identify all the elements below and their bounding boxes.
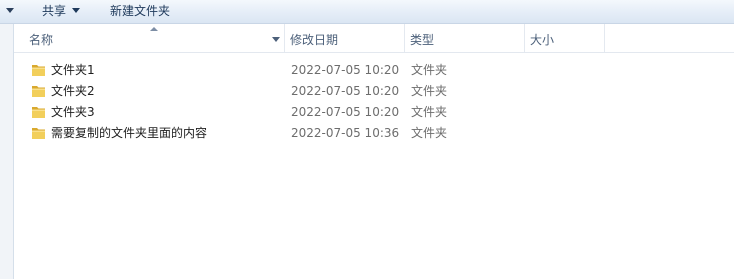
new-folder-button[interactable]: 新建文件夹 xyxy=(110,0,170,23)
column-header-name[interactable]: 名称 xyxy=(14,24,285,52)
navigation-pane-edge xyxy=(0,24,14,279)
column-header-bar: 名称 修改日期 类型 大小 xyxy=(14,24,734,53)
column-header-name-label: 名称 xyxy=(29,33,54,47)
file-row[interactable]: 文件夹3 2022-07-05 10:20 文件夹 xyxy=(14,102,734,123)
column-header-size[interactable]: 大小 xyxy=(525,24,605,52)
file-type: 文件夹 xyxy=(411,84,448,98)
file-type: 文件夹 xyxy=(411,105,448,119)
organize-dropdown-arrow-icon[interactable] xyxy=(6,8,14,13)
column-filter-dropdown-icon[interactable] xyxy=(272,37,280,42)
share-menu-button[interactable]: 共享 xyxy=(42,0,81,23)
file-name: 文件夹1 xyxy=(51,63,95,77)
file-date: 2022-07-05 10:36 xyxy=(291,126,400,140)
folder-icon xyxy=(32,107,45,118)
share-label: 共享 xyxy=(42,4,67,18)
file-list: 文件夹1 2022-07-05 10:20 文件夹 文件夹2 2022-07-0… xyxy=(14,60,734,144)
folder-icon xyxy=(32,128,45,139)
file-name: 文件夹3 xyxy=(51,105,95,119)
file-row[interactable]: 文件夹1 2022-07-05 10:20 文件夹 xyxy=(14,60,734,81)
file-date: 2022-07-05 10:20 xyxy=(291,105,400,119)
file-date: 2022-07-05 10:20 xyxy=(291,63,400,77)
column-header-type[interactable]: 类型 xyxy=(405,24,525,52)
file-name: 需要复制的文件夹里面的内容 xyxy=(51,126,208,140)
folder-icon xyxy=(32,86,45,97)
file-name: 文件夹2 xyxy=(51,84,95,98)
sort-ascending-icon xyxy=(150,27,158,31)
column-header-date-modified[interactable]: 修改日期 xyxy=(285,24,405,52)
file-row[interactable]: 需要复制的文件夹里面的内容 2022-07-05 10:36 文件夹 xyxy=(14,123,734,144)
folder-icon xyxy=(32,65,45,76)
file-type: 文件夹 xyxy=(411,126,448,140)
command-bar: 共享 新建文件夹 xyxy=(0,0,734,24)
file-type: 文件夹 xyxy=(411,63,448,77)
file-row[interactable]: 文件夹2 2022-07-05 10:20 文件夹 xyxy=(14,81,734,102)
chevron-down-icon xyxy=(72,8,81,13)
file-date: 2022-07-05 10:20 xyxy=(291,84,400,98)
